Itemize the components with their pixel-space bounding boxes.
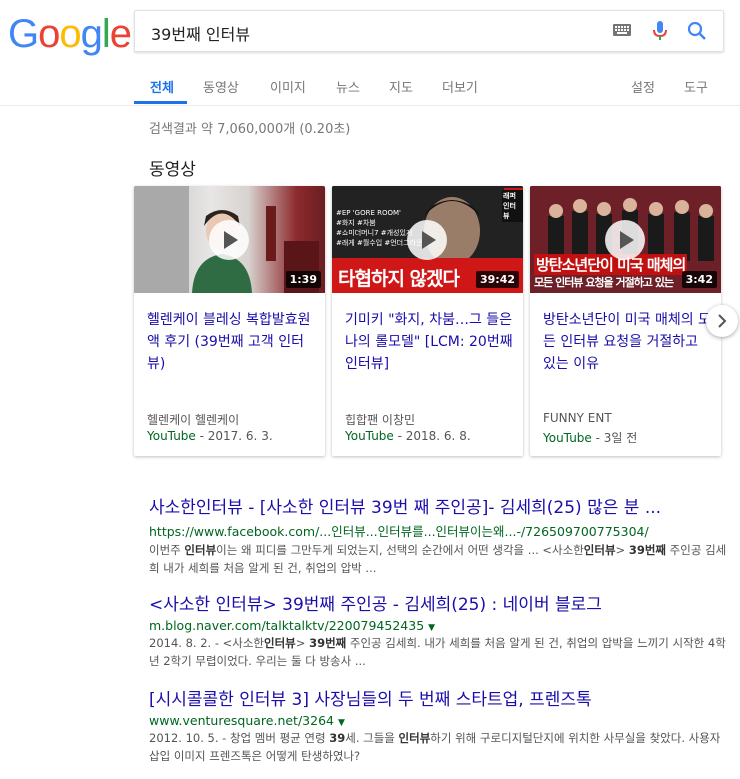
video-source: YouTube - 2018. 6. 8. — [345, 429, 471, 443]
search-input[interactable]: 39번째 인터뷰 — [151, 21, 250, 45]
snippet-highlight: 인터뷰 — [264, 636, 296, 650]
play-icon[interactable] — [407, 220, 447, 260]
logo-letter: g — [80, 12, 103, 56]
snippet-highlight: 39 — [329, 731, 346, 745]
tab-news[interactable]: 뉴스 — [336, 77, 360, 96]
result-url-text: m.blog.naver.com/talktalktv/220079452435 — [149, 618, 425, 633]
snippet-highlight: 39번째 — [309, 636, 347, 650]
keyboard-icon[interactable] — [613, 24, 631, 36]
logo-letter: G — [8, 12, 39, 56]
tab-images[interactable]: 이미지 — [270, 77, 306, 96]
microphone-icon[interactable] — [653, 21, 667, 41]
video-card[interactable]: #EP 'GORE ROOM' #화지 #차붐 #쇼미더머니7 #개성있게 #래… — [332, 186, 523, 456]
google-logo[interactable]: Google — [8, 12, 132, 57]
video-source: YouTube - 2017. 6. 3. — [147, 429, 273, 443]
video-duration: 3:42 — [681, 271, 717, 288]
video-date: - 2017. 6. 3. — [195, 429, 273, 443]
video-thumbnail[interactable]: #EP 'GORE ROOM' #화지 #차붐 #쇼미더머니7 #개성있게 #래… — [332, 186, 523, 293]
snippet-highlight: 39번째 — [628, 543, 667, 557]
snippet-highlight: 인터뷰 — [583, 543, 616, 557]
video-card[interactable]: 방탄소년단이 미국 매체의 모든 인터뷰 요청을 거절하고 있는 3:42 방탄… — [530, 186, 721, 456]
search-result: <사소한 인터뷰> 39번째 주인공 - 김세희(25) : 네이버 블로그 m… — [149, 590, 729, 670]
video-platform: YouTube — [345, 429, 394, 443]
video-title[interactable]: 방탄소년단이 미국 매체의 모든 인터뷰 요청을 거절하고 있는 이유 — [543, 309, 713, 375]
result-url: m.blog.naver.com/talktalktv/220079452435… — [149, 618, 729, 633]
result-snippet: 2012. 10. 5. - 창업 멤버 평균 연령 39세. 그들을 인터뷰하… — [149, 729, 729, 765]
video-title[interactable]: 기미키 "화지, 차붐…그 들은 나의 롤모델" [LCM: 20번째 인터뷰] — [345, 309, 515, 375]
snippet-text: 이는 왜 피디를 그만두게 되었는지, 선택의 순간에서 어떤 생각을 ... … — [216, 543, 584, 557]
result-title[interactable]: <사소한 인터뷰> 39번째 주인공 - 김세희(25) : 네이버 블로그 — [149, 590, 729, 615]
tab-maps[interactable]: 지도 — [389, 77, 413, 96]
video-thumbnail[interactable]: 1:39 — [134, 186, 325, 293]
snippet-text: 이번주 — [149, 543, 185, 557]
search-tabs: 전체 동영상 이미지 뉴스 지도 더보기 설정 도구 — [0, 74, 740, 105]
video-source: YouTube - 3일 전 — [543, 429, 637, 446]
thumbnail-caption-2: 모든 인터뷰 요청을 거절하고 있는 — [534, 276, 674, 289]
video-card[interactable]: 1:39 헬렌케이 블레싱 복합발효원액 후기 (39번째 고객 인터뷰) 헬렌… — [134, 186, 325, 456]
result-title[interactable]: 사소한인터뷰 - [사소한 인터뷰 39번 째 주인공]- 김세희(25) 많은… — [149, 493, 729, 518]
header: Google 39번째 인터뷰 전체 동영상 이미지 뉴스 지도 더보기 설정 — [0, 0, 740, 106]
video-duration: 1:39 — [285, 271, 321, 288]
result-stats: 검색결과 약 7,060,000개 (0.20초) — [149, 122, 351, 137]
active-tab-indicator — [134, 101, 187, 104]
thumbnail-badge: 래퍼 인터뷰 — [502, 190, 523, 222]
result-url: www.venturesquare.net/3264 ▼ — [149, 713, 729, 728]
video-thumbnail[interactable]: 방탄소년단이 미국 매체의 모든 인터뷰 요청을 거절하고 있는 3:42 — [530, 186, 721, 293]
tools-link[interactable]: 도구 — [684, 77, 708, 96]
tab-more[interactable]: 더보기 — [442, 77, 478, 96]
result-snippet: 2014. 8. 2. - <사소한인터뷰> 39번째 주인공 김세희. 내가 … — [149, 634, 729, 670]
search-box[interactable]: 39번째 인터뷰 — [134, 10, 724, 52]
search-result: 사소한인터뷰 - [사소한 인터뷰 39번 째 주인공]- 김세희(25) 많은… — [149, 493, 729, 577]
logo-letter: e — [109, 12, 132, 56]
snippet-highlight: 인터뷰 — [184, 543, 217, 557]
chevron-right-icon — [718, 314, 727, 328]
logo-letter: o — [38, 12, 60, 56]
snippet-text: 세. 그들을 — [345, 731, 399, 745]
snippet-highlight: 인터뷰 — [398, 731, 431, 745]
video-title[interactable]: 헬렌케이 블레싱 복합발효원액 후기 (39번째 고객 인터뷰) — [147, 309, 317, 375]
snippet-text: > — [615, 543, 629, 557]
snippet-text: > — [295, 636, 310, 650]
result-url-text: www.venturesquare.net/3264 — [149, 713, 334, 728]
logo-letter: o — [59, 12, 81, 56]
search-icon[interactable] — [687, 21, 707, 41]
dropdown-arrow-icon[interactable]: ▼ — [428, 623, 435, 633]
result-snippet: 이번주 인터뷰이는 왜 피디를 그만두게 되었는지, 선택의 순간에서 어떤 생… — [149, 541, 729, 577]
tab-videos[interactable]: 동영상 — [203, 77, 239, 96]
search-result: [시시콜콜한 인터뷰 3] 사장님들의 두 번째 스타트업, 프렌즈톡 www.… — [149, 685, 729, 765]
result-url: https://www.facebook.com/...인터뷰...인터뷰를..… — [149, 524, 649, 539]
dropdown-arrow-icon[interactable]: ▼ — [338, 718, 345, 728]
carousel-next-button[interactable] — [706, 305, 738, 337]
thumbnail-caption: 타협하지 않겠다 — [338, 268, 460, 290]
settings-link[interactable]: 설정 — [631, 77, 655, 96]
snippet-text: 2012. 10. 5. - 창업 멤버 평균 연령 — [149, 731, 330, 745]
video-platform: YouTube — [543, 431, 592, 445]
video-duration: 39:42 — [475, 271, 519, 288]
tab-all[interactable]: 전체 — [150, 77, 174, 96]
video-author: 헬렌케이 헬렌케이 — [147, 413, 240, 427]
video-date: - 3일 전 — [591, 431, 638, 445]
video-author: FUNNY ENT — [543, 411, 612, 425]
video-platform: YouTube — [147, 429, 196, 443]
play-icon[interactable] — [605, 220, 645, 260]
thumbnail-caption: 방탄소년단이 미국 매체의 — [534, 254, 688, 275]
video-date: - 2018. 6. 8. — [393, 429, 471, 443]
result-title[interactable]: [시시콜콜한 인터뷰 3] 사장님들의 두 번째 스타트업, 프렌즈톡 — [149, 685, 729, 710]
logo-letter: l — [101, 12, 111, 56]
snippet-text: 2014. 8. 2. - <사소한 — [149, 636, 265, 650]
video-author: 힙합팬 이창민 — [345, 413, 416, 427]
play-icon[interactable] — [209, 220, 249, 260]
video-section-title: 동영상 — [149, 160, 196, 180]
